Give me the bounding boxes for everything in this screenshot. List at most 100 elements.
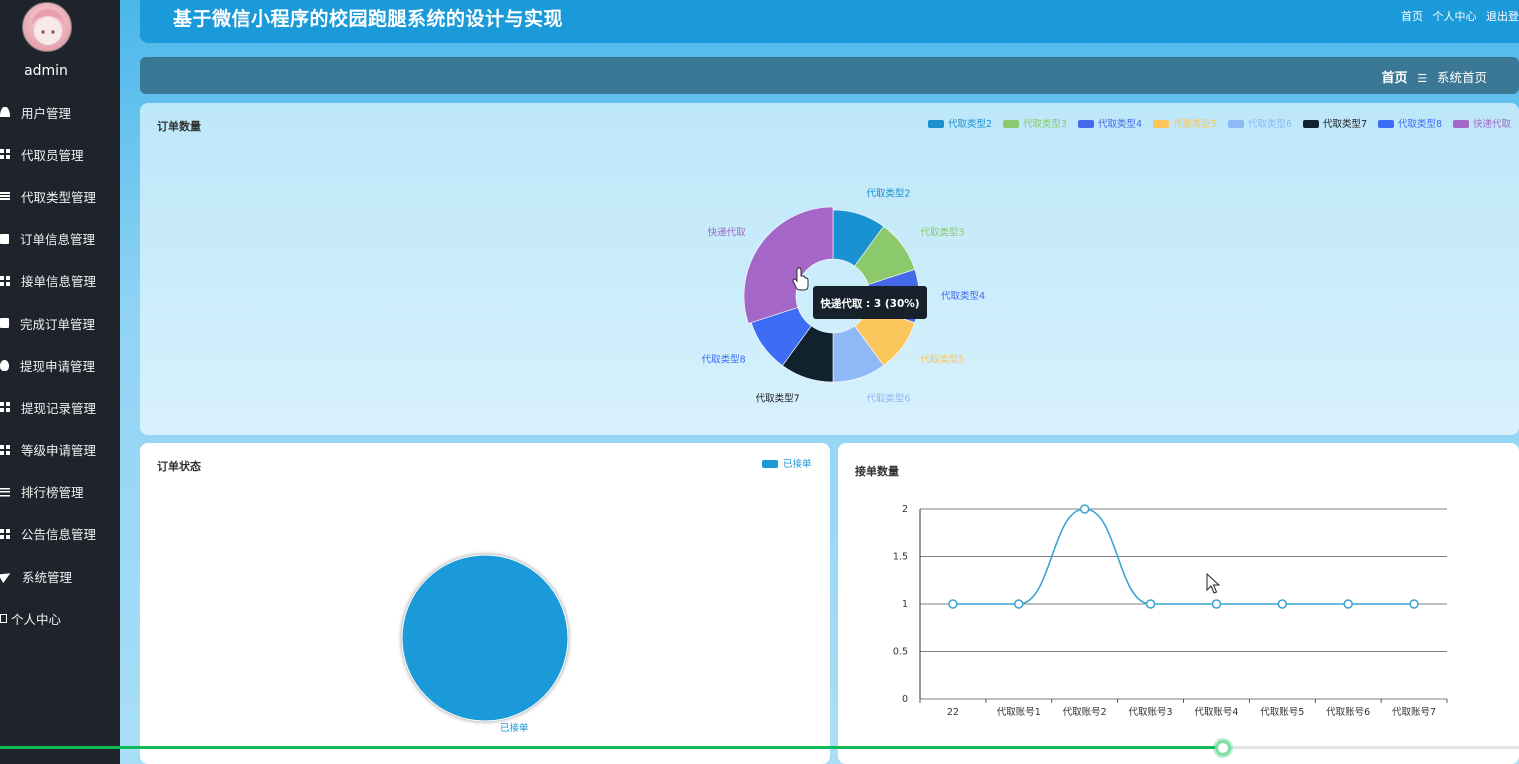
bulb-icon [0, 359, 9, 371]
home-link[interactable]: 首页 [1401, 10, 1423, 23]
legend-swatch [928, 120, 944, 128]
data-point[interactable] [1277, 599, 1288, 609]
legend-item[interactable]: 代取类型3 [1003, 118, 1067, 130]
sidebar-item-label: 提现记录管理 [21, 400, 97, 416]
progress-fill [0, 746, 1223, 749]
sidebar-item-label: 个人中心 [11, 611, 62, 627]
legend-swatch [1228, 120, 1244, 128]
data-point[interactable] [1211, 599, 1222, 609]
legend-swatch [762, 460, 778, 468]
grid-icon [0, 444, 10, 455]
data-point[interactable] [948, 599, 958, 609]
sidebar-item-10[interactable]: 排行榜管理 [0, 471, 120, 513]
slice-label: 代取类型3 [920, 227, 964, 239]
sidebar-item-label: 公告信息管理 [21, 527, 97, 543]
order-status-chart[interactable]: 已接单已接单 [140, 443, 830, 764]
breadcrumb-separator-icon: ☰ [1417, 72, 1428, 85]
progress-handle[interactable] [1214, 740, 1231, 756]
data-point[interactable] [1014, 599, 1024, 609]
app-title: 基于微信小程序的校园跑腿系统的设计与实现 [173, 8, 564, 30]
avatar-image [28, 9, 68, 51]
legend-label: 代取类型7 [1323, 118, 1367, 130]
mouse-cursor-icon [1206, 573, 1220, 594]
video-progress-bar[interactable] [0, 740, 1519, 764]
sidebar: admin 用户管理 代取员管理 代取类型管理 订单信息管理 接单信息管理 完成订单管理提… [0, 0, 120, 764]
data-point[interactable] [1079, 504, 1090, 514]
sidebar-item-4[interactable]: 订单信息管理 [0, 218, 120, 260]
sidebar-item-1[interactable]: 用户管理 [0, 91, 120, 133]
top-links: 首页 个人中心 退出登 [1395, 8, 1519, 24]
legend-label: 已接单 [783, 458, 812, 470]
sidebar-item-label: 排行榜管理 [21, 485, 84, 501]
slice-label: 代取类型2 [866, 187, 910, 199]
breadcrumb-bar: 首页 ☰ 系统首页 [140, 57, 1519, 94]
sidebar-item-5[interactable]: 接单信息管理 [0, 260, 120, 302]
legend-swatch [1003, 120, 1019, 128]
logout-link[interactable]: 退出登 [1486, 10, 1519, 23]
sidebar-item-2[interactable]: 代取员管理 [0, 133, 120, 175]
x-tick-label: 代取账号2 [1063, 707, 1107, 718]
grid-icon [0, 528, 10, 539]
breadcrumb-current: 系统首页 [1436, 70, 1487, 85]
sidebar-item-label: 完成订单管理 [20, 316, 96, 332]
profile-link[interactable]: 个人中心 [1433, 10, 1477, 23]
sidebar-item-13[interactable]: 个人中心 [0, 597, 120, 639]
list-icon [0, 191, 10, 202]
legend-swatch [1378, 120, 1394, 128]
slice-label: 代取类型7 [756, 393, 800, 405]
y-tick-label: 1 [902, 599, 908, 610]
legend-label: 代取类型6 [1248, 118, 1292, 130]
pie-slice[interactable] [401, 554, 569, 722]
y-tick-label: 1.5 [893, 552, 908, 563]
legend-item[interactable]: 代取类型2 [928, 118, 992, 130]
tooltip-text: 快递代取 : 3 (30%) [819, 297, 919, 310]
legend-item[interactable]: 快递代取 [1453, 118, 1512, 130]
accept-count-chart[interactable]: 00.511.5222 代取账号1 代取账号2 代取账号3 代取账号4 代取账号5 代取账号… [838, 443, 1519, 764]
legend-label: 代取类型5 [1173, 118, 1217, 130]
sidebar-item-label: 用户管理 [21, 105, 72, 121]
legend-item[interactable]: 已接单 [762, 458, 812, 470]
checkbox-icon [0, 318, 9, 329]
order-status-panel: 订单状态 已接单 已接单 [140, 443, 830, 764]
header: 基于微信小程序的校园跑腿系统的设计与实现 首页 个人中心 退出登 [140, 0, 1519, 43]
legend-swatch [1453, 120, 1469, 128]
legend-item[interactable]: 代取类型8 [1378, 118, 1442, 130]
legend-label: 代取类型8 [1398, 118, 1442, 130]
sliders-icon [0, 486, 10, 497]
x-tick-label: 代取账号7 [1392, 707, 1436, 718]
slice-label: 代取类型8 [702, 353, 746, 365]
sidebar-item-label: 提现申请管理 [20, 358, 96, 374]
send-icon [0, 569, 13, 584]
legend-label: 代取类型3 [1023, 118, 1067, 130]
data-point[interactable] [1145, 599, 1156, 609]
order-count-chart[interactable]: 代取类型2 代取类型3 代取类型4 代取类型5 代取类型6 代取类型7 代取类型8 快递代取代… [140, 103, 1519, 435]
sidebar-item-8[interactable]: 提现记录管理 [0, 386, 120, 428]
slice-label: 代取类型6 [866, 393, 910, 405]
sidebar-item-9[interactable]: 等级申请管理 [0, 429, 120, 471]
accept-count-panel: 接单数量 0 0.5 1 1.5 2 22 代取账号1 代取账号2 代取账号3 代取账号4 代取账号… [838, 443, 1519, 764]
y-tick-label: 2 [902, 504, 908, 515]
x-tick-label: 代取账号4 [1194, 707, 1238, 718]
x-tick-label: 22 [947, 707, 959, 718]
sidebar-item-11[interactable]: 公告信息管理 [0, 513, 120, 555]
grid-icon [0, 149, 10, 160]
chart-tooltip: 快递代取 : 3 (30%) [813, 286, 927, 319]
data-point[interactable] [1343, 599, 1353, 609]
x-tick-label: 代取账号3 [1129, 707, 1173, 718]
breadcrumb-home[interactable]: 首页 [1381, 71, 1407, 86]
sidebar-item-7[interactable]: 提现申请管理 [0, 344, 120, 386]
legend-item[interactable]: 代取类型6 [1228, 118, 1292, 130]
sidebar-item-3[interactable]: 代取类型管理 [0, 175, 120, 217]
x-tick-label: 代取账号5 [1260, 707, 1304, 718]
slice-label: 代取类型4 [941, 290, 985, 302]
sidebar-item-label: 代取员管理 [21, 147, 84, 163]
legend-item[interactable]: 代取类型5 [1153, 118, 1217, 130]
sidebar-item-label: 代取类型管理 [21, 189, 97, 205]
legend-item[interactable]: 代取类型4 [1078, 118, 1142, 130]
sidebar-item-6[interactable]: 完成订单管理 [0, 302, 120, 344]
sidebar-item-12[interactable]: 系统管理 [0, 555, 120, 597]
data-point[interactable] [1409, 599, 1419, 609]
legend-item[interactable]: 代取类型7 [1303, 118, 1367, 130]
avatar[interactable] [22, 2, 72, 52]
slice-label: 已接单 [500, 722, 529, 734]
